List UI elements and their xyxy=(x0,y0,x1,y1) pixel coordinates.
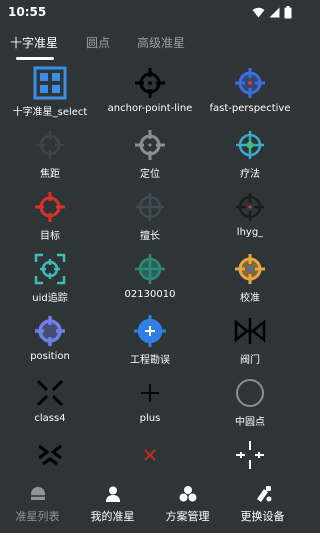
tab-active-indicator xyxy=(16,57,54,60)
uid-track-icon xyxy=(34,253,66,285)
nav-label: 更换设备 xyxy=(240,509,285,523)
crosshair-label: lhyg_ xyxy=(236,227,264,238)
status-time: 10:55 xyxy=(8,5,47,19)
crosshair-item[interactable]: plus xyxy=(100,374,200,436)
crosshair-label: 阀门 xyxy=(240,355,260,366)
target-crosshair-icon xyxy=(35,192,65,222)
crosshair-item[interactable]: 擅长 xyxy=(100,188,200,250)
crosshair-label: uid追踪 xyxy=(32,293,68,304)
crosshair-label: fast-perspective xyxy=(209,103,291,114)
crosshair-item[interactable]: 校准 xyxy=(200,250,300,312)
crosshair-item[interactable]: 中圆点 xyxy=(200,374,300,436)
teal-crosshair-icon xyxy=(135,254,165,284)
expert-crosshair-icon xyxy=(136,193,164,221)
x-chevron-icon xyxy=(36,379,64,407)
chevron-x-icon xyxy=(38,444,62,466)
crosshair-label: 十字准星_select xyxy=(12,107,88,118)
nav-scheme-manage[interactable]: 方案管理 xyxy=(150,475,225,533)
crosshair-item[interactable] xyxy=(0,436,100,479)
crosshair-label: 02130010 xyxy=(124,289,176,300)
crosshair-item[interactable]: uid追踪 xyxy=(0,250,100,312)
position-crosshair-icon xyxy=(35,316,65,346)
tab-dot[interactable]: 圆点 xyxy=(86,34,110,51)
therapy-crosshair-icon xyxy=(236,131,264,159)
tab-crosshair[interactable]: 十字准星 xyxy=(10,34,58,51)
small-x-icon xyxy=(144,449,156,461)
crosshair-label: 工程勘误 xyxy=(130,355,170,366)
wifi-icon xyxy=(252,7,265,17)
nav-label: 我的准星 xyxy=(90,509,135,523)
crosshair-label: plus xyxy=(139,413,161,424)
crosshair-item[interactable]: 目标 xyxy=(0,188,100,250)
circle-icon xyxy=(236,379,264,407)
gap-cross-icon xyxy=(236,441,264,469)
nav-label: 方案管理 xyxy=(165,509,210,523)
battery-icon xyxy=(284,5,292,18)
crosshair-label: 中圆点 xyxy=(235,417,265,428)
crosshair-item[interactable]: anchor-point-line xyxy=(100,64,200,126)
crosshair-label: 定位 xyxy=(140,169,160,180)
calibrate-crosshair-icon xyxy=(235,254,265,284)
crosshair-label: 焦距 xyxy=(40,169,60,180)
nav-my-crosshair[interactable]: 我的准星 xyxy=(75,475,150,533)
nav-change-device[interactable]: 更换设备 xyxy=(225,475,300,533)
crosshair-label: 疗法 xyxy=(240,169,260,180)
locate-crosshair-icon xyxy=(135,130,165,160)
device-swap-icon xyxy=(256,485,271,502)
nav-label: 准星列表 xyxy=(15,509,60,523)
grid-select-icon xyxy=(33,66,67,100)
crosshair-label: 校准 xyxy=(240,293,260,304)
lhyg-crosshair-icon xyxy=(236,193,264,221)
crosshair-label: anchor-point-line xyxy=(107,103,193,114)
user-icon xyxy=(105,486,120,502)
crosshair-item[interactable]: 疗法 xyxy=(200,126,300,188)
crosshair-item[interactable]: 焦距 xyxy=(0,126,100,188)
crosshair-list-icon xyxy=(30,486,45,500)
crosshair-label: 目标 xyxy=(40,231,60,242)
crosshair-item[interactable]: 十字准星_select xyxy=(0,64,100,126)
bottom-nav: 准星列表 我的准星 方案管理 更换设备 xyxy=(0,475,300,533)
perspective-crosshair-icon xyxy=(235,68,265,98)
tab-advanced[interactable]: 高级准星 xyxy=(137,34,185,51)
valve-icon xyxy=(234,318,266,344)
crosshair-label: class4 xyxy=(34,413,66,424)
nav-crosshair-list[interactable]: 准星列表 xyxy=(0,475,75,533)
focus-crosshair-icon xyxy=(36,131,64,159)
crosshair-item[interactable]: position xyxy=(0,312,100,374)
crosshair-label: position xyxy=(30,351,70,362)
crosshair-grid: 十字准星_select anchor-point-line fast-persp… xyxy=(0,64,300,479)
anchor-crosshair-icon xyxy=(135,68,165,98)
crosshair-label: 擅长 xyxy=(140,231,160,242)
crosshair-item[interactable] xyxy=(100,436,200,479)
signal-icon xyxy=(269,7,280,17)
crosshair-item[interactable] xyxy=(200,436,300,479)
crosshair-item[interactable]: lhyg_ xyxy=(200,188,300,250)
crosshair-item[interactable]: 定位 xyxy=(100,126,200,188)
status-icons xyxy=(252,5,292,19)
crosshair-item[interactable]: 02130010 xyxy=(100,250,200,312)
crosshair-item[interactable]: fast-perspective xyxy=(200,64,300,126)
engineering-crosshair-icon xyxy=(134,315,166,347)
status-bar: 10:55 xyxy=(0,0,300,24)
plus-icon xyxy=(141,384,159,402)
crosshair-item[interactable]: class4 xyxy=(0,374,100,436)
crosshair-item[interactable]: 阀门 xyxy=(200,312,300,374)
scheme-icon xyxy=(179,485,196,501)
crosshair-item[interactable]: 工程勘误 xyxy=(100,312,200,374)
